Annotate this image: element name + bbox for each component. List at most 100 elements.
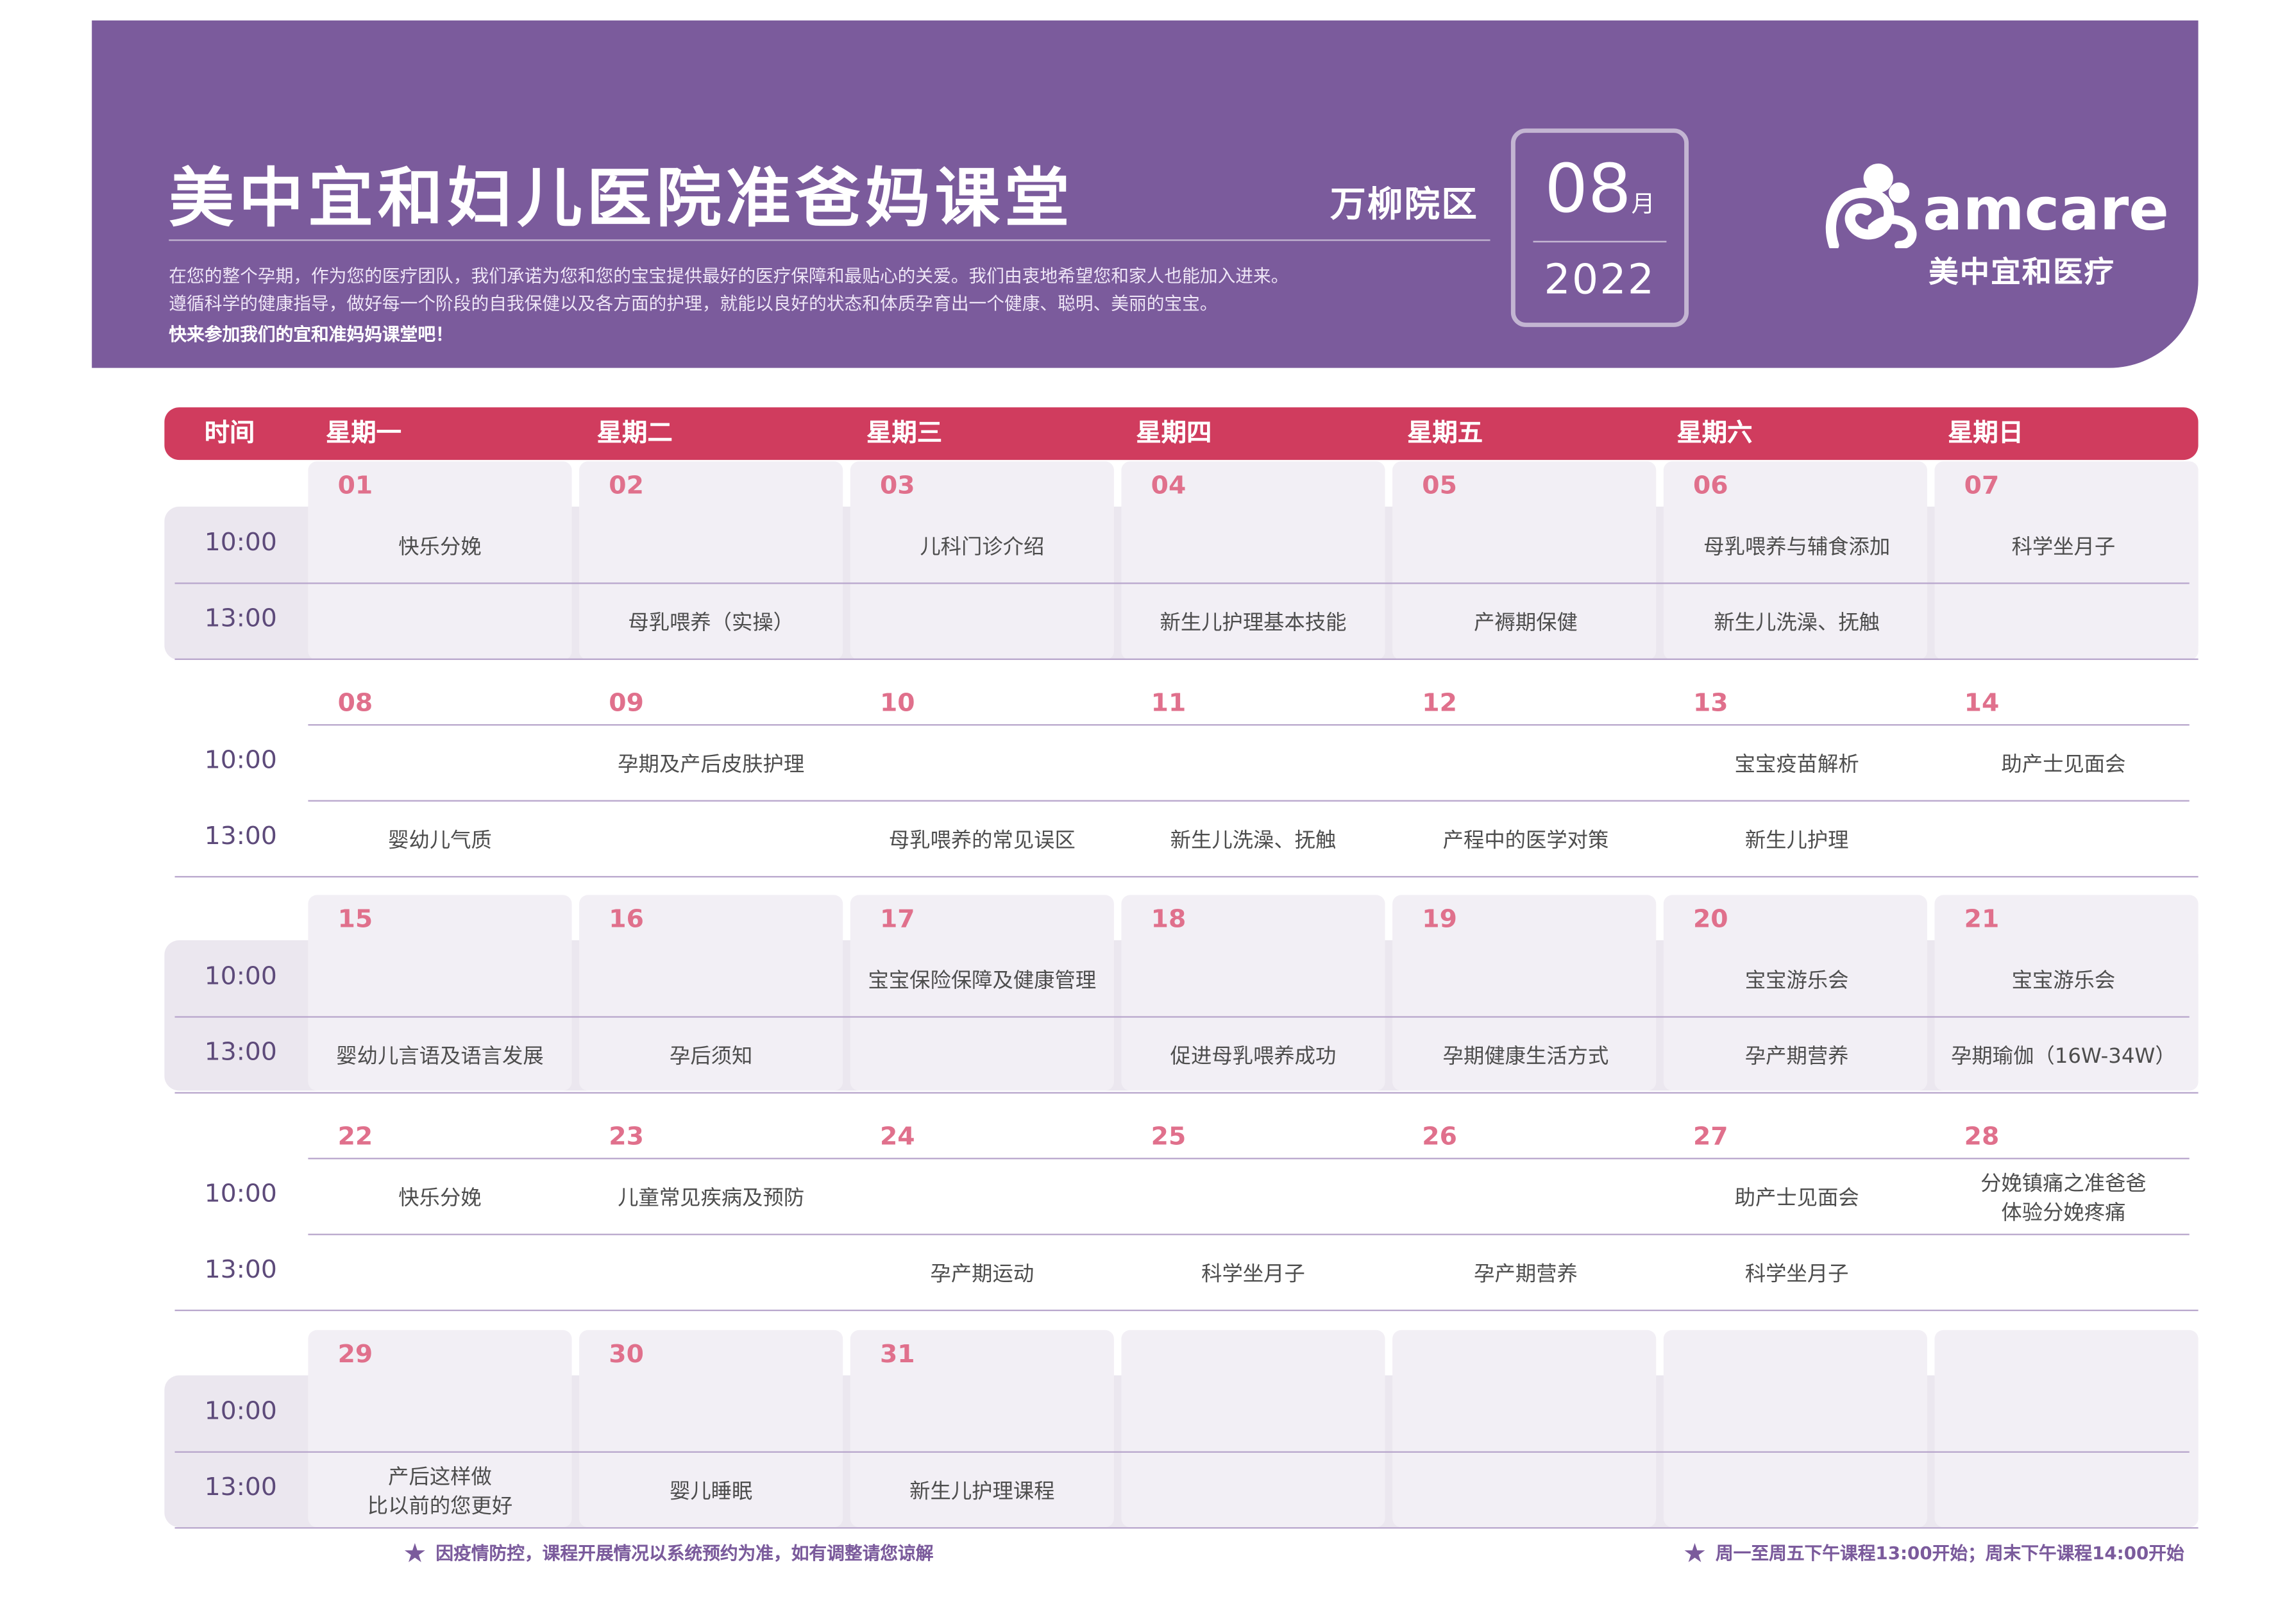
day-number: 20: [1692, 905, 1728, 934]
day-column: [1934, 1330, 2199, 1528]
day-number: 31: [879, 1340, 915, 1370]
row-divider: [174, 1016, 2190, 1018]
day-column: [1392, 1330, 1657, 1528]
day-number: 03: [879, 471, 915, 501]
year-display: 2022: [1544, 255, 1656, 304]
logo-subtitle: 美中宜和医疗: [1929, 254, 2116, 289]
day-number: 17: [879, 905, 915, 934]
course-1pm: 科学坐月子: [1201, 1263, 1305, 1287]
day-number: 24: [879, 1122, 915, 1153]
course-10am: 孕期及产后皮肤护理: [618, 753, 805, 777]
course-1pm: 新生儿护理课程: [909, 1480, 1055, 1504]
day-number: 27: [1692, 1122, 1728, 1153]
weekday-label: 星期五: [1407, 419, 1483, 448]
row-divider: [174, 1451, 2190, 1453]
intro-line: 遵循科学的健康指导，做好每一个阶段的自我保健以及各方面的护理，就能以良好的状态和…: [169, 293, 1218, 314]
time-column-header: 时间: [204, 419, 255, 448]
course-1pm: 产褥期保健: [1474, 611, 1578, 636]
row-divider: [174, 1092, 2199, 1094]
day-number: 06: [1692, 471, 1728, 501]
day-number: 15: [337, 905, 373, 934]
course-10am: 助产士见面会: [1734, 1187, 1859, 1211]
day-number: 21: [1964, 905, 2000, 934]
day-number: 04: [1151, 471, 1186, 501]
day-number: 02: [609, 471, 644, 501]
weekday-label: 星期一: [326, 419, 401, 448]
day-number: 11: [1151, 689, 1186, 718]
course-1pm: 婴幼儿言语及语言发展: [336, 1045, 544, 1069]
course-10am: 儿童常见疾病及预防: [618, 1187, 805, 1211]
day-number: 23: [609, 1122, 644, 1153]
day-number: 26: [1422, 1122, 1457, 1153]
row-divider: [174, 658, 2199, 660]
day-number: 08: [337, 689, 373, 718]
day-number: 13: [1692, 689, 1728, 718]
day-number: 29: [337, 1340, 373, 1370]
day-number: 16: [609, 905, 644, 934]
course-10am: 宝宝保险保障及健康管理: [868, 969, 1097, 993]
weekday-label: 星期四: [1136, 419, 1212, 448]
course-1pm: 科学坐月子: [1744, 1263, 1849, 1287]
weekday-header: 时间 星期一 星期二 星期三 星期四 星期五 星期六 星期日: [164, 407, 2199, 461]
weekday-label: 星期三: [866, 419, 942, 448]
day-number: 10: [879, 689, 915, 718]
row-divider: [174, 1527, 2199, 1529]
course-1pm: 孕期瑜伽（16W-34W）: [1951, 1045, 2176, 1069]
weekday-label: 星期二: [596, 419, 673, 448]
day-number: 30: [609, 1340, 644, 1370]
course-1pm: 婴幼儿气质: [388, 829, 492, 853]
day-number: 01: [337, 471, 373, 501]
header-banner: 美中宜和妇儿医院准爸妈课堂 在您的整个孕期，作为您的医疗团队，我们承诺为您和您的…: [92, 20, 2199, 368]
course-1pm: 促进母乳喂养成功: [1170, 1045, 1337, 1069]
course-10am: 快乐分娩: [398, 1187, 482, 1211]
course-calendar-page: 美中宜和妇儿医院准爸妈课堂 在您的整个孕期，作为您的医疗团队，我们承诺为您和您的…: [0, 0, 2296, 1606]
course-1pm: 孕产期营养: [1474, 1263, 1578, 1287]
row-divider: [308, 724, 2190, 726]
footer-note-text: 因疫情防控，课程开展情况以系统预约为准，如有调整请您谅解: [435, 1543, 934, 1564]
amcare-logo-icon: [1825, 163, 1917, 248]
star-icon: ★: [403, 1539, 427, 1570]
course-1pm: 婴儿睡眠: [669, 1480, 753, 1504]
course-10am: 分娩镇痛之准爸爸 体验分娩疼痛: [1980, 1172, 2147, 1225]
course-1pm: 孕期健康生活方式: [1442, 1045, 1609, 1069]
footer-note-text: 周一至周五下午课程13:00开始；周末下午课程14:00开始: [1715, 1543, 2184, 1564]
course-10am: 科学坐月子: [2011, 536, 2116, 559]
intro-text: 在您的整个孕期，作为您的医疗团队，我们承诺为您和您的宝宝提供最好的医疗保障和最贴…: [169, 263, 1502, 349]
row-divider: [174, 582, 2190, 584]
day-number: 28: [1964, 1122, 2000, 1153]
campus-name: 万柳院区: [1330, 183, 1479, 225]
course-1pm: 新生儿护理: [1744, 829, 1849, 853]
day-column: [1663, 1330, 1927, 1528]
month-unit: 月: [1631, 189, 1655, 218]
weekday-label: 星期六: [1676, 419, 1753, 448]
time-label: 13:00: [204, 1255, 277, 1285]
course-1pm: 母乳喂养的常见误区: [888, 829, 1076, 853]
logo-wordmark: amcare: [1922, 176, 2169, 244]
course-1pm: 产后这样做 比以前的您更好: [367, 1466, 513, 1519]
course-10am: 助产士见面会: [2001, 753, 2126, 777]
time-label: 13:00: [204, 1473, 277, 1503]
intro-call-to-action: 快来参加我们的宜和准妈妈课堂吧！: [169, 324, 453, 345]
course-1pm: 新生儿洗澡、抚触: [1714, 611, 1880, 636]
intro-line: 在您的整个孕期，作为您的医疗团队，我们承诺为您和您的宝宝提供最好的医疗保障和最贴…: [169, 266, 1289, 287]
row-divider: [308, 1233, 2190, 1235]
course-1pm: 母乳喂养（实操）: [628, 611, 794, 636]
day-number: 05: [1422, 471, 1457, 501]
course-1pm: 新生儿护理基本技能: [1160, 611, 1347, 636]
day-number: 22: [337, 1122, 373, 1153]
day-number: 12: [1422, 689, 1457, 718]
course-10am: 母乳喂养与辅食添加: [1703, 536, 1891, 559]
time-label: 10:00: [204, 1179, 277, 1209]
day-number: 07: [1964, 471, 2000, 501]
time-label: 13:00: [204, 822, 277, 852]
row-divider: [174, 875, 2199, 878]
day-number: 25: [1151, 1122, 1186, 1153]
time-label: 10:00: [204, 746, 277, 775]
day-column: [1121, 1330, 1385, 1528]
weekday-label: 星期日: [1948, 419, 2024, 448]
course-1pm: 产程中的医学对策: [1442, 829, 1609, 853]
time-label: 13:00: [204, 604, 277, 634]
course-10am: 宝宝疫苗解析: [1734, 753, 1859, 777]
day-number: 19: [1422, 905, 1457, 934]
row-divider: [308, 800, 2190, 802]
